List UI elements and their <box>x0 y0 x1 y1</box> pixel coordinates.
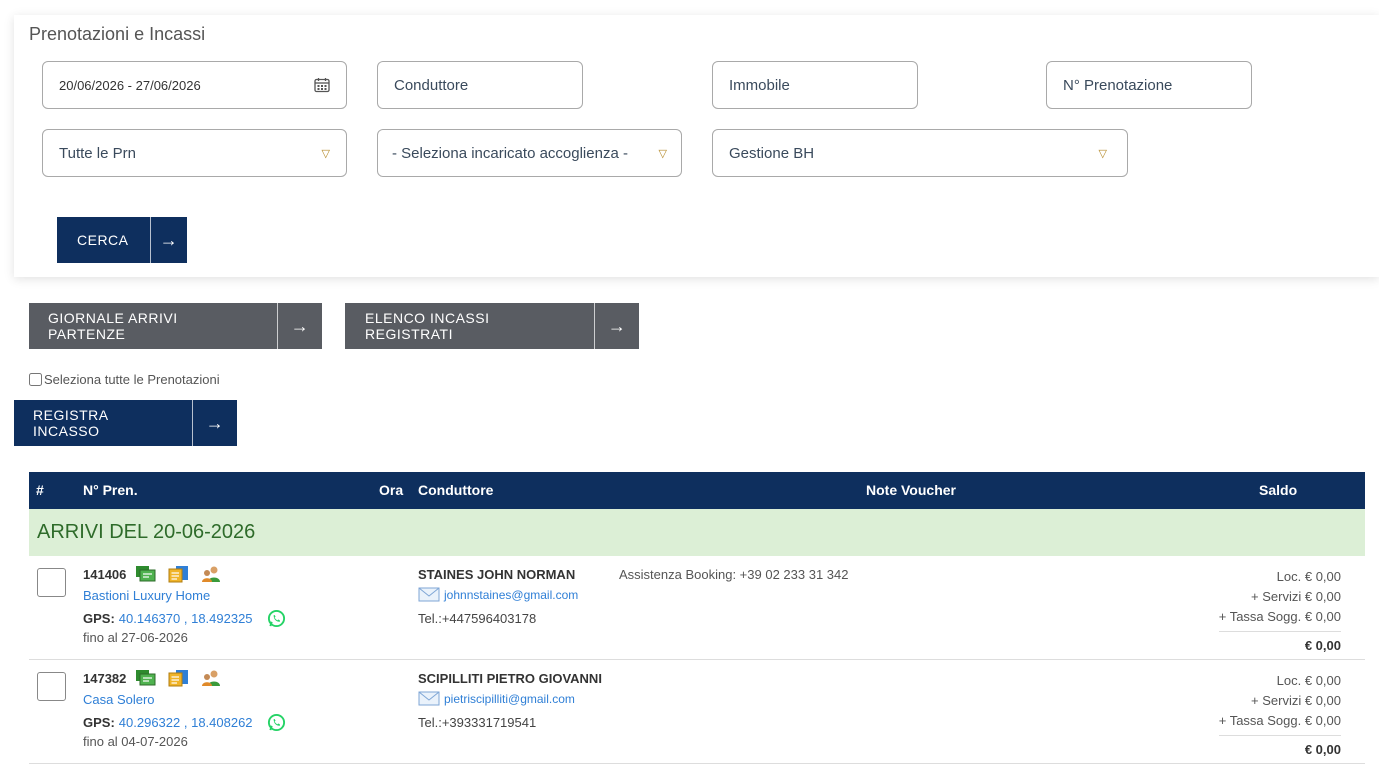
col-conduttore[interactable]: Conduttore <box>418 482 493 498</box>
select-all-checkbox[interactable] <box>29 373 42 386</box>
saldo-total: € 0,00 <box>1218 631 1341 656</box>
saldo-total: € 0,00 <box>1218 735 1341 760</box>
documents-icon[interactable] <box>168 565 189 583</box>
property-link[interactable]: Casa Solero <box>83 692 155 707</box>
saldo-loc: Loc. € 0,00 <box>1276 673 1341 688</box>
arrow-right-icon: → <box>277 303 322 349</box>
table-row: 147382 Casa Solero GPS: 40.296322 , 18.4… <box>29 660 1365 764</box>
conduttore-input[interactable]: Conduttore <box>377 61 583 109</box>
chevron-down-icon: ▽ <box>321 147 330 160</box>
card-icon[interactable] <box>135 565 156 582</box>
envelope-icon <box>418 587 440 602</box>
calendar-icon[interactable] <box>314 77 330 93</box>
voucher-note: Assistenza Booking: +39 02 233 31 342 <box>619 567 849 582</box>
elenco-label: ELENCO INCASSI REGISTRATI <box>365 310 490 342</box>
end-date: fino al 27-06-2026 <box>83 630 188 645</box>
table-header: # N° Pren. Ora Conduttore Note Voucher S… <box>29 472 1365 509</box>
date-range-field[interactable]: 20/06/2026 - 27/06/2026 <box>42 61 347 109</box>
immobile-placeholder: Immobile <box>729 76 790 94</box>
guest-name: SCIPILLITI PIETRO GIOVANNI <box>418 671 602 686</box>
col-ora[interactable]: Ora <box>379 482 403 498</box>
gestione-select-value: Gestione BH <box>729 144 815 162</box>
saldo-loc: Loc. € 0,00 <box>1276 569 1341 584</box>
search-button[interactable]: CERCA → <box>57 217 187 263</box>
guest-name: STAINES JOHN NORMAN <box>418 567 576 582</box>
date-range-value: 20/06/2026 - 27/06/2026 <box>59 77 201 93</box>
registra-incasso-button[interactable]: REGISTRA INCASSO → <box>14 400 237 446</box>
gps-label: GPS: <box>83 715 115 730</box>
saldo-servizi: + Servizi € 0,00 <box>1251 589 1341 604</box>
guest-email[interactable]: pietriscipilliti@gmail.com <box>444 692 575 706</box>
saldo-block: Loc. € 0,00 + Servizi € 0,00 + Tassa Sog… <box>1218 567 1341 656</box>
saldo-tassa: + Tassa Sogg. € 0,00 <box>1218 609 1341 624</box>
giornale-label: GIORNALE ARRIVI PARTENZE <box>48 310 178 342</box>
guest-email-line: johnnstaines@gmail.com <box>418 587 578 602</box>
card-icon[interactable] <box>135 669 156 686</box>
gps-link[interactable]: 40.146370 , 18.492325 <box>119 611 253 626</box>
guest-email[interactable]: johnnstaines@gmail.com <box>444 588 578 602</box>
saldo-block: Loc. € 0,00 + Servizi € 0,00 + Tassa Sog… <box>1218 671 1341 760</box>
arrow-right-icon: → <box>150 217 187 263</box>
group-header-arrivi: ARRIVI DEL 20-06-2026 <box>29 509 1365 556</box>
saldo-tassa: + Tassa Sogg. € 0,00 <box>1218 713 1341 728</box>
booking-number[interactable]: 147382 <box>83 671 126 686</box>
whatsapp-icon[interactable] <box>267 609 286 628</box>
guest-email-line: pietriscipilliti@gmail.com <box>418 691 575 706</box>
booking-number[interactable]: 141406 <box>83 567 126 582</box>
gps-line: GPS: 40.296322 , 18.408262 <box>83 713 286 732</box>
prn-select-value: Tutte le Prn <box>59 144 136 162</box>
users-icon[interactable] <box>201 669 222 687</box>
guest-tel: Tel.:+393331719541 <box>418 715 537 730</box>
row-icons <box>135 669 222 687</box>
gps-line: GPS: 40.146370 , 18.492325 <box>83 609 286 628</box>
giornale-arrivi-button[interactable]: GIORNALE ARRIVI PARTENZE → <box>29 303 322 349</box>
row-checkbox[interactable] <box>37 672 66 701</box>
chevron-down-icon: ▽ <box>1098 147 1107 160</box>
prenotazione-placeholder: N° Prenotazione <box>1063 76 1173 94</box>
panel-title: Prenotazioni e Incassi <box>29 24 206 44</box>
col-saldo: Saldo <box>1259 482 1298 498</box>
table-row: 141406 Bastioni Luxury Home GPS: 40.1463… <box>29 556 1365 660</box>
conduttore-placeholder: Conduttore <box>394 76 469 94</box>
envelope-icon <box>418 691 440 706</box>
users-icon[interactable] <box>201 565 222 583</box>
end-date: fino al 04-07-2026 <box>83 734 188 749</box>
col-pren[interactable]: N° Pren. <box>83 482 138 498</box>
select-all[interactable]: Seleziona tutte le Prenotazioni <box>29 372 220 387</box>
select-all-label: Seleziona tutte le Prenotazioni <box>44 372 220 387</box>
prn-select[interactable]: Tutte le Prn ▽ <box>42 129 347 177</box>
row-checkbox[interactable] <box>37 568 66 597</box>
gps-label: GPS: <box>83 611 115 626</box>
whatsapp-icon[interactable] <box>267 713 286 732</box>
guest-tel: Tel.:+447596403178 <box>418 611 537 626</box>
col-hash: # <box>36 482 44 498</box>
col-note: Note Voucher <box>866 482 956 498</box>
arrow-right-icon: → <box>594 303 639 349</box>
search-button-label: CERCA <box>77 232 129 248</box>
chevron-down-icon: ▽ <box>658 147 667 160</box>
gps-link[interactable]: 40.296322 , 18.408262 <box>119 715 253 730</box>
registra-label: REGISTRA INCASSO <box>33 407 108 439</box>
gestione-select[interactable]: Gestione BH ▽ <box>712 129 1128 177</box>
row-icons <box>135 565 222 583</box>
saldo-servizi: + Servizi € 0,00 <box>1251 693 1341 708</box>
arrow-right-icon: → <box>192 400 237 446</box>
incaricato-select[interactable]: - Seleziona incaricato accoglienza - ▽ <box>377 129 682 177</box>
immobile-input[interactable]: Immobile <box>712 61 918 109</box>
elenco-incassi-button[interactable]: ELENCO INCASSI REGISTRATI → <box>345 303 639 349</box>
filter-panel: Prenotazioni e Incassi 20/06/2026 - 27/0… <box>14 15 1379 277</box>
property-link[interactable]: Bastioni Luxury Home <box>83 588 210 603</box>
incaricato-select-value: - Seleziona incaricato accoglienza - <box>392 144 628 162</box>
prenotazione-input[interactable]: N° Prenotazione <box>1046 61 1252 109</box>
documents-icon[interactable] <box>168 669 189 687</box>
